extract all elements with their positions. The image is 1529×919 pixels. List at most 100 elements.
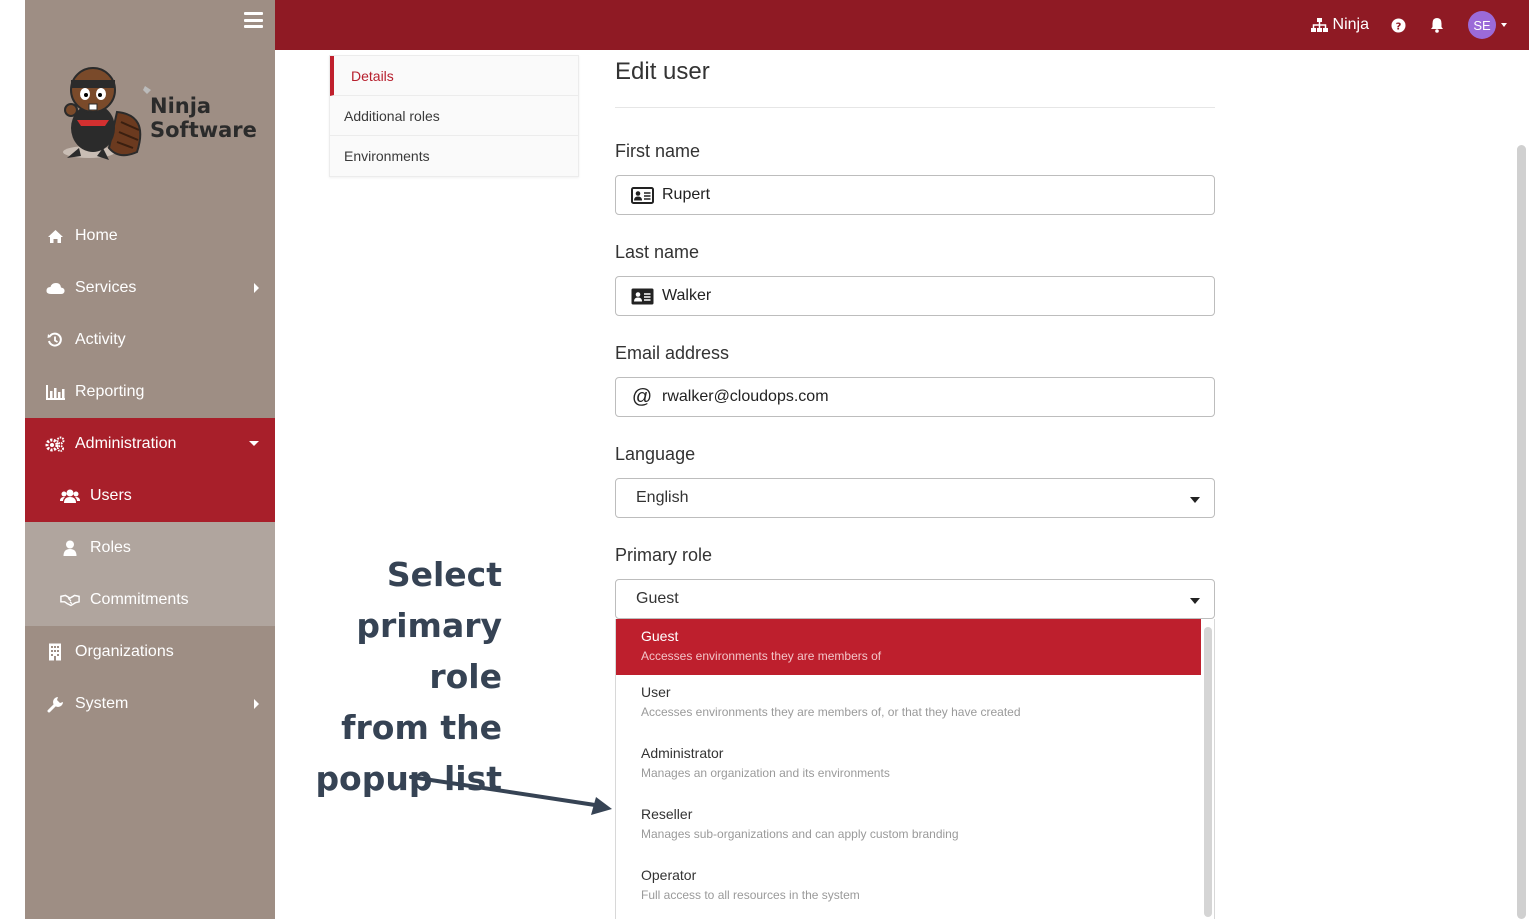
caret-down-icon[interactable] xyxy=(1501,23,1507,27)
sidebar-item-label: System xyxy=(75,695,129,712)
sidebar-item-label: Organizations xyxy=(75,643,174,660)
role-option-name: Administrator xyxy=(641,745,724,761)
callout-line: from the xyxy=(341,708,502,747)
first-name-label: First name xyxy=(615,141,701,161)
building-icon xyxy=(45,643,65,661)
chevron-down-icon xyxy=(249,441,259,446)
callout-line: primary role xyxy=(356,606,502,696)
role-option-name: Operator xyxy=(641,867,697,883)
page-title: Edit user xyxy=(615,58,710,85)
menu-toggle-icon[interactable] xyxy=(244,12,263,28)
last-name-value: Walker xyxy=(662,287,712,304)
tab-environments[interactable]: Environments xyxy=(330,136,578,176)
app-logo[interactable]: Ninja Software xyxy=(59,60,257,170)
sidebar-item-activity[interactable]: Activity xyxy=(25,314,275,366)
role-option-guest[interactable]: Guest Accesses environments they are mem… xyxy=(616,619,1201,675)
tab-details[interactable]: Details xyxy=(330,56,578,96)
title-divider xyxy=(615,107,1215,108)
primary-role-dropdown: Guest Accesses environments they are mem… xyxy=(615,619,1215,919)
at-sign-icon: @ xyxy=(631,385,653,408)
sidebar-item-label: Reporting xyxy=(75,383,145,400)
callout-line: Select xyxy=(386,555,502,594)
logo-text: Ninja Software xyxy=(150,94,257,142)
user-icon xyxy=(60,539,80,557)
sidebar-item-label: Home xyxy=(75,227,118,244)
email-field[interactable]: @ rwalker@cloudops.com xyxy=(615,377,1215,417)
email-value: rwalker@cloudops.com xyxy=(662,388,829,405)
svg-text:?: ? xyxy=(1396,21,1402,32)
role-option-description: Accesses environments they are members o… xyxy=(641,705,1021,719)
organization-switcher[interactable]: Ninja xyxy=(1310,16,1369,34)
handshake-icon xyxy=(60,591,80,609)
role-option-reseller[interactable]: Reseller Manages sub-organizations and c… xyxy=(616,797,1201,858)
logo-text-line-2: Software xyxy=(150,118,257,142)
top-bar-actions: Ninja ? SE xyxy=(1310,0,1507,50)
bar-chart-icon xyxy=(45,383,65,401)
sidebar-item-reporting[interactable]: Reporting xyxy=(25,366,275,418)
sidebar-item-label: Commitments xyxy=(90,591,189,608)
sidebar-item-label: Administration xyxy=(75,435,177,452)
email-label: Email address xyxy=(615,343,730,363)
sidebar: Ninja Software Home Services Activity Re… xyxy=(25,0,275,919)
chevron-right-icon xyxy=(254,283,259,293)
edit-user-tabs: Details Additional roles Environments xyxy=(329,55,579,177)
tab-additional-roles[interactable]: Additional roles xyxy=(330,96,578,136)
role-option-description: Manages an organization and its environm… xyxy=(641,766,890,780)
first-name-field[interactable]: Rupert xyxy=(615,175,1215,215)
caret-down-icon xyxy=(1190,497,1200,503)
sidebar-item-organizations[interactable]: Organizations xyxy=(25,626,275,678)
dropdown-scrollbar[interactable] xyxy=(1204,627,1212,917)
top-bar: Ninja ? SE xyxy=(275,0,1529,50)
language-label: Language xyxy=(615,444,696,464)
page: Ninja Software Home Services Activity Re… xyxy=(0,0,1529,919)
role-option-description: Manages sub-organizations and can apply … xyxy=(641,827,959,841)
wrench-icon xyxy=(45,695,65,713)
role-option-name: Guest xyxy=(641,628,679,644)
sidebar-nav: Home Services Activity Reporting Adminis… xyxy=(25,210,275,730)
users-icon xyxy=(60,487,80,505)
cloud-icon xyxy=(45,279,65,297)
home-icon xyxy=(45,227,65,245)
organization-name: Ninja xyxy=(1332,16,1369,33)
role-option-description: Accesses environments they are members o… xyxy=(641,649,882,663)
id-card-icon xyxy=(630,186,654,204)
sidebar-item-administration[interactable]: Administration xyxy=(25,418,275,470)
history-icon xyxy=(45,331,65,349)
sidebar-item-label: Users xyxy=(90,487,132,504)
logo-text-line-1: Ninja xyxy=(150,94,212,118)
help-icon[interactable]: ? xyxy=(1391,18,1406,33)
sidebar-item-label: Services xyxy=(75,279,137,296)
page-scrollbar[interactable] xyxy=(1517,145,1526,919)
role-option-name: Reseller xyxy=(641,806,693,822)
role-option-operator[interactable]: Operator Full access to all resources in… xyxy=(616,858,1201,919)
sidebar-item-system[interactable]: System xyxy=(25,678,275,730)
sidebar-item-commitments[interactable]: Commitments xyxy=(25,574,275,626)
caret-down-icon xyxy=(1190,598,1200,604)
sidebar-item-roles[interactable]: Roles xyxy=(25,522,275,574)
primary-role-select[interactable]: Guest xyxy=(615,579,1215,619)
bell-icon[interactable] xyxy=(1430,17,1444,33)
language-select[interactable]: English xyxy=(615,478,1215,518)
role-option-administrator[interactable]: Administrator Manages an organization an… xyxy=(616,736,1201,797)
last-name-field[interactable]: Walker xyxy=(615,276,1215,316)
role-option-description: Full access to all resources in the syst… xyxy=(641,888,860,902)
role-option-user[interactable]: User Accesses environments they are memb… xyxy=(616,675,1201,736)
role-option-name: User xyxy=(641,684,671,700)
sidebar-item-label: Activity xyxy=(75,331,126,348)
sidebar-item-users[interactable]: Users xyxy=(25,470,275,522)
first-name-value: Rupert xyxy=(662,186,711,203)
ninja-beaver-logo-icon xyxy=(63,67,151,160)
sidebar-item-label: Roles xyxy=(90,539,131,556)
user-avatar[interactable]: SE xyxy=(1468,11,1496,39)
sitemap-icon xyxy=(1310,18,1328,32)
chevron-right-icon xyxy=(254,699,259,709)
last-name-label: Last name xyxy=(615,242,700,262)
id-card-filled-icon xyxy=(630,288,654,305)
primary-role-label: Primary role xyxy=(615,545,713,565)
primary-role-value: Guest xyxy=(636,590,679,607)
sidebar-item-home[interactable]: Home xyxy=(25,210,275,262)
sidebar-item-services[interactable]: Services xyxy=(25,262,275,314)
cogs-icon xyxy=(45,435,65,453)
language-value: English xyxy=(636,489,689,506)
callout-arrow-icon xyxy=(409,775,612,815)
